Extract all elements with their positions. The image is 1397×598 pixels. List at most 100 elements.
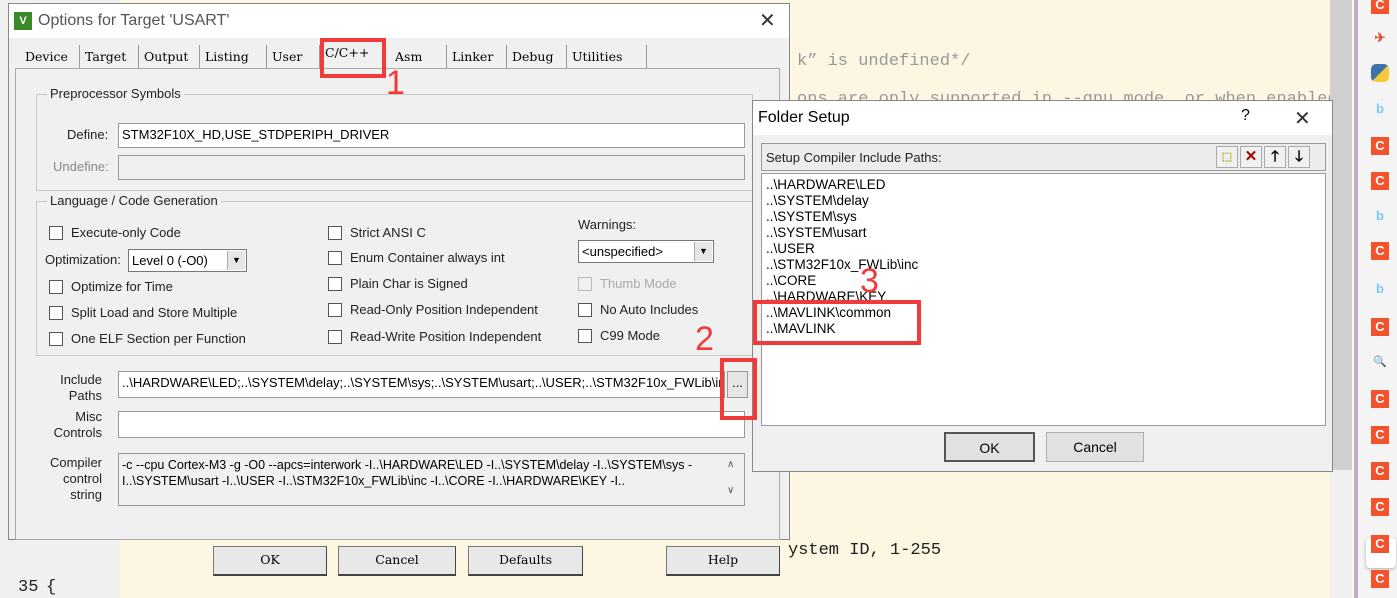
close-icon[interactable]: ✕ (759, 8, 776, 33)
c-icon[interactable]: C (1371, 242, 1389, 260)
compiler-control-string[interactable]: -c --cpu Cortex-M3 -g -O0 --apcs=interwo… (118, 453, 745, 506)
c-icon[interactable]: C (1371, 390, 1389, 408)
annotation-box-2 (720, 358, 757, 420)
c-icon[interactable]: C (1371, 570, 1389, 588)
c-icon[interactable]: C (1371, 535, 1389, 553)
search-icon[interactable]: 🔍 (1371, 353, 1389, 371)
label-line: Controls (53, 425, 102, 440)
code-line: k” is undefined*/ (797, 52, 971, 71)
tab-debug[interactable]: Debug (507, 45, 567, 69)
include-paths-input[interactable]: ..\HARDWARE\LED;..\SYSTEM\delay;..\SYSTE… (118, 371, 725, 398)
execute-only-checkbox[interactable]: Execute-only Code (49, 225, 181, 240)
optimization-select[interactable]: Level 0 (-O0) ▼ (128, 249, 247, 272)
include-paths-label: Include Paths (52, 372, 102, 404)
path-item[interactable]: ..\SYSTEM\delay (762, 193, 1325, 209)
path-item[interactable]: ..\HARDWARE\LED (762, 177, 1325, 193)
plain-char-checkbox[interactable]: Plain Char is Signed (328, 276, 468, 291)
path-item[interactable]: ..\CORE (762, 273, 1325, 289)
c-icon[interactable]: C (1371, 462, 1389, 480)
label-line: Compiler (49, 455, 102, 470)
warnings-select[interactable]: <unspecified> ▼ (578, 240, 714, 263)
optimize-time-checkbox[interactable]: Optimize for Time (49, 279, 173, 294)
folder-cancel-button[interactable]: Cancel (1046, 432, 1144, 462)
path-item[interactable]: ..\USER (762, 241, 1325, 257)
bing-icon[interactable]: b (1371, 280, 1389, 298)
define-label: Define: (67, 127, 109, 142)
tab-device[interactable]: Device (20, 45, 80, 69)
define-input[interactable]: STM32F10X_HD,USE_STDPERIPH_DRIVER (118, 123, 745, 148)
ro-pi-checkbox[interactable]: Read-Only Position Independent (328, 302, 538, 317)
scroll-down-icon[interactable]: ∨ (727, 485, 734, 496)
c-icon[interactable]: C (1371, 137, 1389, 155)
thumb-mode-checkbox[interactable]: Thumb Mode (578, 276, 677, 291)
undefine-label: Undefine: (53, 159, 109, 174)
chevron-down-icon: ▼ (694, 242, 712, 261)
tab-output[interactable]: Output (139, 45, 200, 69)
tab-linker[interactable]: Linker (447, 45, 507, 69)
checkbox-label: C99 Mode (600, 328, 660, 343)
group-label: Language / Code Generation (47, 193, 221, 208)
c-icon[interactable]: C (1371, 498, 1389, 516)
rw-pi-checkbox[interactable]: Read-Write Position Independent (328, 329, 541, 344)
one-elf-checkbox[interactable]: One ELF Section per Function (49, 331, 246, 346)
new-folder-icon[interactable]: ⬚ (1216, 146, 1238, 168)
label-line: Paths (68, 388, 102, 403)
bing-icon[interactable]: b (1371, 100, 1389, 118)
path-item[interactable]: ..\SYSTEM\sys (762, 209, 1325, 225)
ok-button[interactable]: OK (213, 546, 327, 576)
title-bar: V Options for Target 'USART' (9, 4, 789, 38)
checkbox-label: Execute-only Code (71, 225, 181, 240)
c-icon[interactable]: C (1371, 426, 1389, 444)
checkbox-label: Enum Container always int (350, 250, 505, 265)
code-line: { (46, 578, 57, 597)
checkbox-label: No Auto Includes (600, 302, 699, 317)
annotation-number-2: 2 (695, 320, 714, 358)
plane-icon[interactable]: ✈ (1371, 29, 1389, 47)
editor-scrollbar[interactable] (1330, 0, 1352, 470)
scroll-up-icon[interactable]: ∧ (727, 459, 734, 470)
python-icon[interactable] (1371, 64, 1389, 82)
misc-controls-input[interactable] (118, 411, 745, 438)
keil-logo-icon: V (14, 12, 32, 30)
annotation-number-3: 3 (860, 262, 879, 300)
warnings-label: Warnings: (578, 217, 637, 232)
tab-user[interactable]: User (267, 45, 320, 69)
bing-icon[interactable]: b (1371, 207, 1389, 225)
split-load-checkbox[interactable]: Split Load and Store Multiple (49, 305, 237, 320)
annotation-box-1 (320, 38, 386, 78)
tab-utilities[interactable]: Utilities (567, 45, 647, 69)
enum-container-checkbox[interactable]: Enum Container always int (328, 250, 505, 265)
line-number: 35 (18, 578, 39, 597)
checkbox-label: One ELF Section per Function (71, 331, 246, 346)
path-item[interactable]: ..\SYSTEM\usart (762, 225, 1325, 241)
checkbox-label: Read-Write Position Independent (350, 329, 542, 344)
defaults-button[interactable]: Defaults (468, 546, 583, 576)
tab-target[interactable]: Target (80, 45, 139, 69)
c-icon[interactable]: C (1371, 318, 1389, 336)
tab-listing[interactable]: Listing (200, 45, 267, 69)
help-button[interactable]: Help (666, 546, 780, 576)
strict-ansi-checkbox[interactable]: Strict ANSI C (328, 225, 426, 240)
path-item[interactable]: ..\STM32F10x_FWLib\inc (762, 257, 1325, 273)
undefine-input[interactable] (118, 155, 745, 180)
code-line: ystem ID, 1-255 (788, 541, 942, 560)
misc-controls-label: Misc Controls (52, 409, 102, 441)
annotation-box-3 (753, 300, 921, 345)
move-up-icon[interactable]: 🡑 (1264, 146, 1286, 168)
cancel-button[interactable]: Cancel (338, 546, 456, 576)
checkbox-label: Read-Only Position Independent (350, 302, 538, 317)
folder-ok-button[interactable]: OK (944, 432, 1035, 462)
help-icon[interactable]: ? (1241, 107, 1250, 125)
move-down-icon[interactable]: 🡓 (1288, 146, 1310, 168)
folder-setup-dialog: Folder Setup ? ✕ Setup Compiler Include … (752, 100, 1333, 472)
compiler-control-label: Compiler control string (46, 455, 102, 503)
delete-icon[interactable]: ✕ (1240, 146, 1262, 168)
checkbox-label: Plain Char is Signed (350, 276, 468, 291)
close-icon[interactable]: ✕ (1294, 106, 1311, 131)
annotation-number-1: 1 (386, 64, 405, 102)
c-icon[interactable]: C (1371, 0, 1389, 14)
c99-mode-checkbox[interactable]: C99 Mode (578, 328, 660, 343)
c-icon[interactable]: C (1371, 172, 1389, 190)
no-auto-includes-checkbox[interactable]: No Auto Includes (578, 302, 698, 317)
tab-panel-cpp: Preprocessor Symbols Define: STM32F10X_H… (15, 68, 780, 540)
